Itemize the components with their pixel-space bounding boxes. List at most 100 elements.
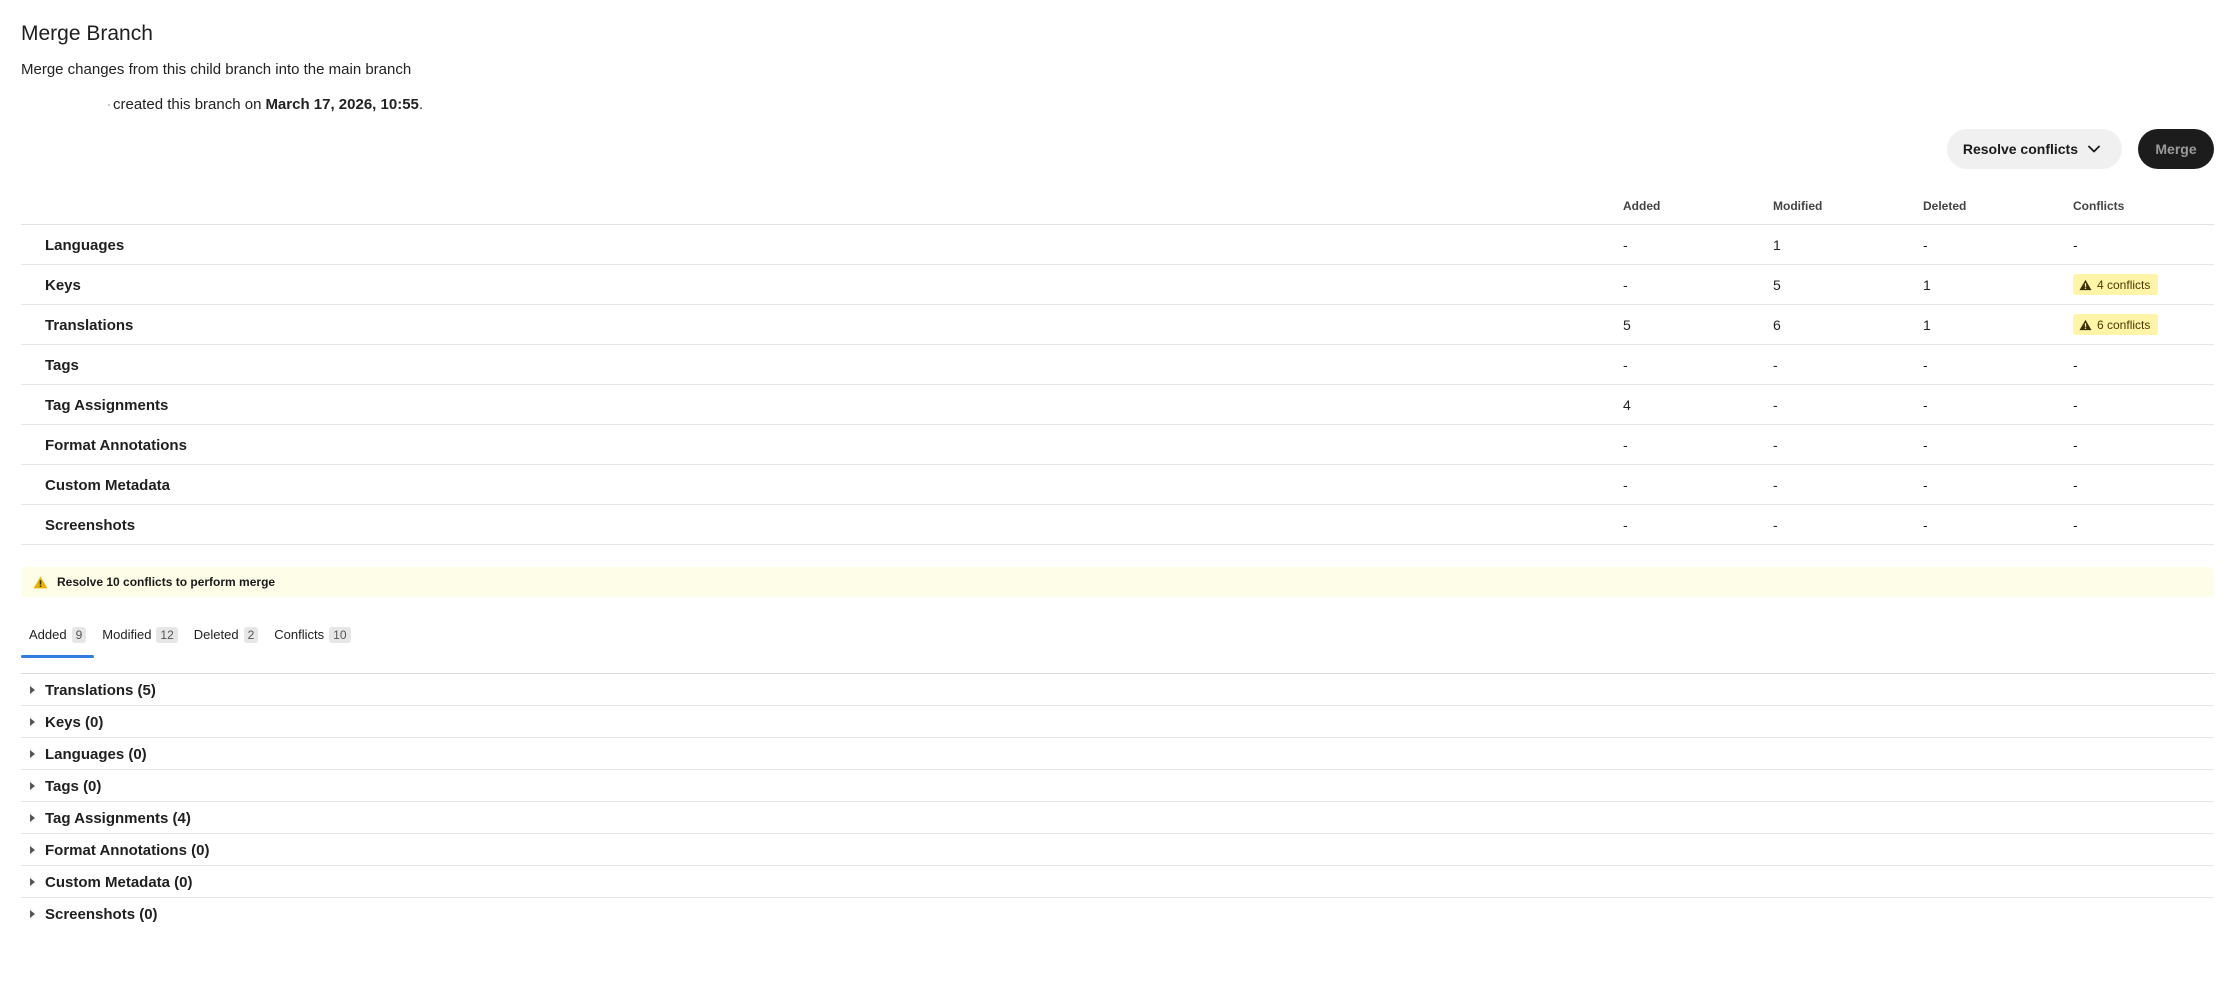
warning-triangle-icon	[2079, 319, 2092, 330]
conflicts-badge[interactable]: 4 conflicts	[2073, 274, 2159, 295]
column-header-added: Added	[1623, 199, 1661, 213]
added-count: -	[1623, 477, 1628, 493]
added-count: -	[1623, 237, 1628, 253]
added-count: -	[1623, 437, 1628, 453]
row-name: Screenshots	[45, 517, 136, 534]
group-tag-assignments[interactable]: Tag Assignments (4)	[21, 802, 2214, 834]
merge-branch-page: Merge Branch Merge changes from this chi…	[0, 0, 2228, 988]
group-tags[interactable]: Tags (0)	[21, 770, 2214, 802]
summary-row-languages: Languages - 1 - -	[21, 225, 2214, 265]
summary-row-keys: Keys - 5 1 4 conflicts	[21, 265, 2214, 305]
caret-right-icon	[30, 750, 35, 758]
warning-triangle-icon	[33, 576, 48, 588]
added-count: 5	[1623, 317, 1631, 333]
column-header-conflicts: Conflicts	[2073, 199, 2125, 213]
group-label: Keys (0)	[45, 714, 104, 731]
added-count: -	[1623, 517, 1628, 533]
row-name: Tag Assignments	[45, 397, 169, 414]
modified-count: 5	[1773, 277, 1781, 293]
caret-right-icon	[30, 686, 35, 694]
deleted-count: -	[1923, 517, 1928, 533]
tab-count: 2	[243, 627, 259, 643]
modified-count: 6	[1773, 317, 1781, 333]
branch-created-info: created this branch on March 17, 2026, 1…	[21, 95, 423, 113]
tab-label: Modified	[102, 627, 152, 642]
created-suffix: .	[418, 95, 424, 113]
deleted-count: -	[1923, 437, 1928, 453]
changes-summary-table: Added Modified Deleted Conflicts Languag…	[21, 190, 2214, 545]
group-label: Languages (0)	[45, 746, 147, 763]
tab-modified[interactable]: Modified 12	[94, 620, 186, 658]
created-text: created this branch on	[113, 95, 262, 113]
tab-count: 12	[156, 627, 178, 643]
modified-count: -	[1773, 357, 1778, 373]
page-subtitle: Merge changes from this child branch int…	[21, 61, 412, 78]
row-name: Format Annotations	[45, 437, 187, 454]
tab-conflicts[interactable]: Conflicts 10	[266, 620, 358, 658]
row-name: Custom Metadata	[45, 477, 171, 494]
deleted-count: -	[1923, 397, 1928, 413]
row-name: Tags	[45, 357, 79, 374]
created-date: March 17, 2026, 10:55	[265, 95, 419, 113]
tab-deleted[interactable]: Deleted 2	[186, 620, 267, 658]
group-keys[interactable]: Keys (0)	[21, 706, 2214, 738]
group-format-annotations[interactable]: Format Annotations (0)	[21, 834, 2214, 866]
caret-right-icon	[30, 846, 35, 854]
modified-count: -	[1773, 397, 1778, 413]
summary-header-row: Added Modified Deleted Conflicts	[21, 190, 2214, 225]
summary-row-translations: Translations 5 6 1 6 conflicts	[21, 305, 2214, 345]
added-count: -	[1623, 277, 1628, 293]
tab-label: Deleted	[193, 627, 239, 642]
conflicts-count: -	[2073, 357, 2078, 373]
summary-row-format-annotations: Format Annotations - - - -	[21, 425, 2214, 465]
modified-count: -	[1773, 517, 1778, 533]
modified-count: -	[1773, 477, 1778, 493]
tab-added[interactable]: Added 9	[21, 620, 95, 658]
group-label: Format Annotations (0)	[45, 842, 210, 859]
tab-label: Added	[29, 627, 67, 642]
summary-row-custom-metadata: Custom Metadata - - - -	[21, 465, 2214, 505]
column-header-deleted: Deleted	[1923, 199, 1967, 213]
caret-right-icon	[30, 718, 35, 726]
row-name: Languages	[45, 237, 125, 254]
deleted-count: -	[1923, 357, 1928, 373]
conflicts-count: -	[2073, 517, 2078, 533]
conflicts-count: -	[2073, 477, 2078, 493]
page-title: Merge Branch	[21, 22, 153, 45]
author-avatar	[21, 95, 113, 113]
group-custom-metadata[interactable]: Custom Metadata (0)	[21, 866, 2214, 898]
modified-count: 1	[1773, 237, 1781, 253]
change-groups-list: Translations (5) Keys (0) Languages (0) …	[21, 674, 2214, 930]
group-screenshots[interactable]: Screenshots (0)	[21, 898, 2214, 930]
caret-right-icon	[30, 814, 35, 822]
group-label: Custom Metadata (0)	[45, 874, 193, 891]
resolve-conflicts-label: Resolve conflicts	[1962, 141, 2078, 157]
summary-row-tags: Tags - - - -	[21, 345, 2214, 385]
conflicts-badge-label: 6 conflicts	[2097, 317, 2151, 332]
merge-button[interactable]: Merge	[2138, 129, 2214, 169]
summary-row-screenshots: Screenshots - - - -	[21, 505, 2214, 545]
conflicts-count: -	[2073, 437, 2078, 453]
group-label: Translations (5)	[45, 682, 156, 699]
group-label: Screenshots (0)	[45, 906, 158, 923]
added-count: -	[1623, 357, 1628, 373]
conflicts-badge-label: 4 conflicts	[2097, 277, 2151, 292]
group-translations[interactable]: Translations (5)	[21, 674, 2214, 706]
group-languages[interactable]: Languages (0)	[21, 738, 2214, 770]
conflicts-badge[interactable]: 6 conflicts	[2073, 314, 2159, 335]
modified-count: -	[1773, 437, 1778, 453]
added-count: 4	[1623, 397, 1631, 413]
resolve-conflicts-button[interactable]: Resolve conflicts	[1946, 129, 2122, 169]
conflicts-count: -	[2073, 237, 2078, 253]
changes-tabs: Added 9 Modified 12 Deleted 2 Conflicts …	[21, 620, 359, 658]
deleted-count: 1	[1923, 317, 1931, 333]
conflicts-count: -	[2073, 397, 2078, 413]
row-name: Keys	[45, 277, 81, 294]
merge-actions: Resolve conflicts Merge	[1946, 129, 2214, 169]
alert-text: Resolve 10 conflicts to perform merge	[57, 575, 276, 589]
deleted-count: 1	[1923, 277, 1931, 293]
caret-right-icon	[30, 782, 35, 790]
conflicts-alert-banner: Resolve 10 conflicts to perform merge	[21, 567, 2214, 597]
caret-right-icon	[30, 910, 35, 918]
group-label: Tag Assignments (4)	[45, 810, 191, 827]
